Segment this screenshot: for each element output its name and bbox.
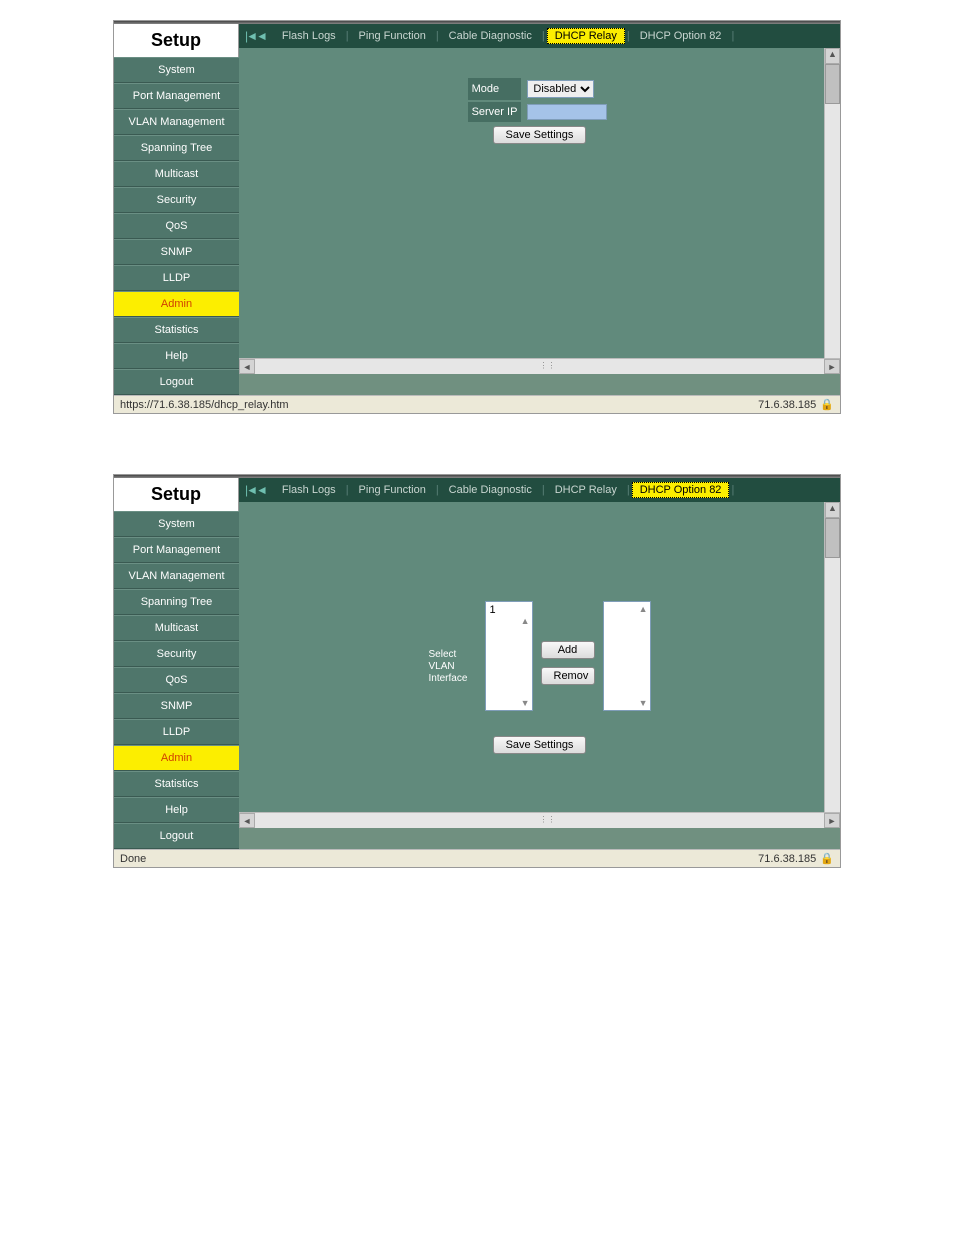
status-text: Done (120, 853, 146, 865)
list-scroll-down-icon[interactable]: ▼ (488, 698, 530, 708)
tab-bar: |◄◄ Flash Logs | Ping Function | Cable D… (239, 478, 840, 502)
lock-icon: 🔒 (820, 398, 834, 411)
list-scroll-up-icon[interactable]: ▲ (488, 616, 530, 626)
sidebar-item-help[interactable]: Help (114, 343, 239, 369)
list-scroll-up-icon[interactable]: ▲ (606, 604, 648, 614)
status-ip: 71.6.38.185 (758, 853, 816, 865)
tab-cable-diagnostic[interactable]: Cable Diagnostic (441, 482, 540, 498)
selected-vlan-list[interactable]: ▲ ▼ (603, 601, 651, 711)
sidebar-item-multicast[interactable]: Multicast (114, 615, 239, 641)
vlan-interface-label: Select VLAN Interface (429, 601, 477, 685)
sidebar: Setup System Port Management VLAN Manage… (114, 478, 239, 849)
sidebar-item-lldp[interactable]: LLDP (114, 265, 239, 291)
sidebar-title: Setup (114, 24, 239, 57)
tab-dhcp-relay[interactable]: DHCP Relay (547, 28, 625, 44)
save-settings-button[interactable]: Save Settings (493, 126, 587, 144)
sidebar-item-port-management[interactable]: Port Management (114, 537, 239, 563)
mode-select[interactable]: Disabled (527, 80, 594, 98)
tab-bar: |◄◄ Flash Logs | Ping Function | Cable D… (239, 24, 840, 48)
server-ip-label: Server IP (468, 102, 522, 122)
sidebar-item-port-management[interactable]: Port Management (114, 83, 239, 109)
scroll-thumb[interactable] (825, 64, 840, 104)
remove-button[interactable]: Remov (541, 667, 595, 685)
tab-ping-function[interactable]: Ping Function (351, 482, 434, 498)
sidebar-item-multicast[interactable]: Multicast (114, 161, 239, 187)
lock-icon: 🔒 (820, 852, 834, 865)
scroll-left-icon[interactable]: ◄ (239, 359, 255, 374)
tab-flash-logs[interactable]: Flash Logs (274, 482, 344, 498)
screenshot-dhcp-relay: Setup System Port Management VLAN Manage… (113, 20, 841, 414)
sidebar-item-vlan-management[interactable]: VLAN Management (114, 563, 239, 589)
sidebar-item-system[interactable]: System (114, 511, 239, 537)
horizontal-scrollbar[interactable]: ◄ ⋮⋮ ► (239, 812, 840, 828)
tab-ping-function[interactable]: Ping Function (351, 28, 434, 44)
horizontal-scrollbar[interactable]: ◄ ⋮⋮ ► (239, 358, 840, 374)
scroll-thumb[interactable] (825, 518, 840, 558)
dhcp-relay-form: Mode Disabled Server IP (466, 76, 614, 148)
sidebar-item-snmp[interactable]: SNMP (114, 239, 239, 265)
scroll-up-icon[interactable]: ▲ (825, 48, 840, 64)
tab-dhcp-option-82[interactable]: DHCP Option 82 (632, 28, 730, 44)
status-bar: https://71.6.38.185/dhcp_relay.htm 71.6.… (114, 395, 840, 413)
sidebar-item-statistics[interactable]: Statistics (114, 317, 239, 343)
status-bar: Done 71.6.38.185 🔒 (114, 849, 840, 867)
server-ip-input[interactable] (527, 104, 607, 120)
sidebar-title: Setup (114, 478, 239, 511)
sidebar-item-qos[interactable]: QoS (114, 213, 239, 239)
tab-flash-logs[interactable]: Flash Logs (274, 28, 344, 44)
scroll-left-icon[interactable]: ◄ (239, 813, 255, 828)
tab-nav-prev-icon[interactable]: |◄◄ (245, 483, 266, 497)
sidebar-item-snmp[interactable]: SNMP (114, 693, 239, 719)
scroll-up-icon[interactable]: ▲ (825, 502, 840, 518)
sidebar-item-admin[interactable]: Admin (114, 745, 239, 771)
sidebar-item-spanning-tree[interactable]: Spanning Tree (114, 135, 239, 161)
content-area: Mode Disabled Server IP (239, 48, 840, 358)
sidebar-item-security[interactable]: Security (114, 187, 239, 213)
scroll-right-icon[interactable]: ► (824, 813, 840, 828)
add-button[interactable]: Add (541, 641, 595, 659)
tab-nav-prev-icon[interactable]: |◄◄ (245, 29, 266, 43)
save-settings-button[interactable]: Save Settings (493, 736, 587, 754)
content-area: Select VLAN Interface 1 ▲ ▼ Add Remov (239, 502, 840, 812)
sidebar-item-lldp[interactable]: LLDP (114, 719, 239, 745)
status-url: https://71.6.38.185/dhcp_relay.htm (120, 399, 289, 411)
list-item[interactable]: 1 (488, 604, 530, 616)
sidebar-item-statistics[interactable]: Statistics (114, 771, 239, 797)
screenshot-dhcp-option-82: Setup System Port Management VLAN Manage… (113, 474, 841, 868)
sidebar-item-logout[interactable]: Logout (114, 369, 239, 395)
tab-dhcp-option-82[interactable]: DHCP Option 82 (632, 482, 730, 498)
vlan-interface-panel: Select VLAN Interface 1 ▲ ▼ Add Remov (429, 601, 651, 711)
mode-label: Mode (468, 78, 522, 100)
vertical-scrollbar[interactable]: ▲ (824, 48, 840, 358)
sidebar-item-logout[interactable]: Logout (114, 823, 239, 849)
list-scroll-down-icon[interactable]: ▼ (606, 698, 648, 708)
sidebar-item-qos[interactable]: QoS (114, 667, 239, 693)
status-ip: 71.6.38.185 (758, 399, 816, 411)
sidebar-item-system[interactable]: System (114, 57, 239, 83)
sidebar-item-admin[interactable]: Admin (114, 291, 239, 317)
tab-cable-diagnostic[interactable]: Cable Diagnostic (441, 28, 540, 44)
sidebar-item-spanning-tree[interactable]: Spanning Tree (114, 589, 239, 615)
sidebar-item-help[interactable]: Help (114, 797, 239, 823)
tab-dhcp-relay[interactable]: DHCP Relay (547, 482, 625, 498)
scroll-right-icon[interactable]: ► (824, 359, 840, 374)
vertical-scrollbar[interactable]: ▲ (824, 502, 840, 812)
available-vlan-list[interactable]: 1 ▲ ▼ (485, 601, 533, 711)
sidebar-item-security[interactable]: Security (114, 641, 239, 667)
sidebar-item-vlan-management[interactable]: VLAN Management (114, 109, 239, 135)
sidebar: Setup System Port Management VLAN Manage… (114, 24, 239, 395)
